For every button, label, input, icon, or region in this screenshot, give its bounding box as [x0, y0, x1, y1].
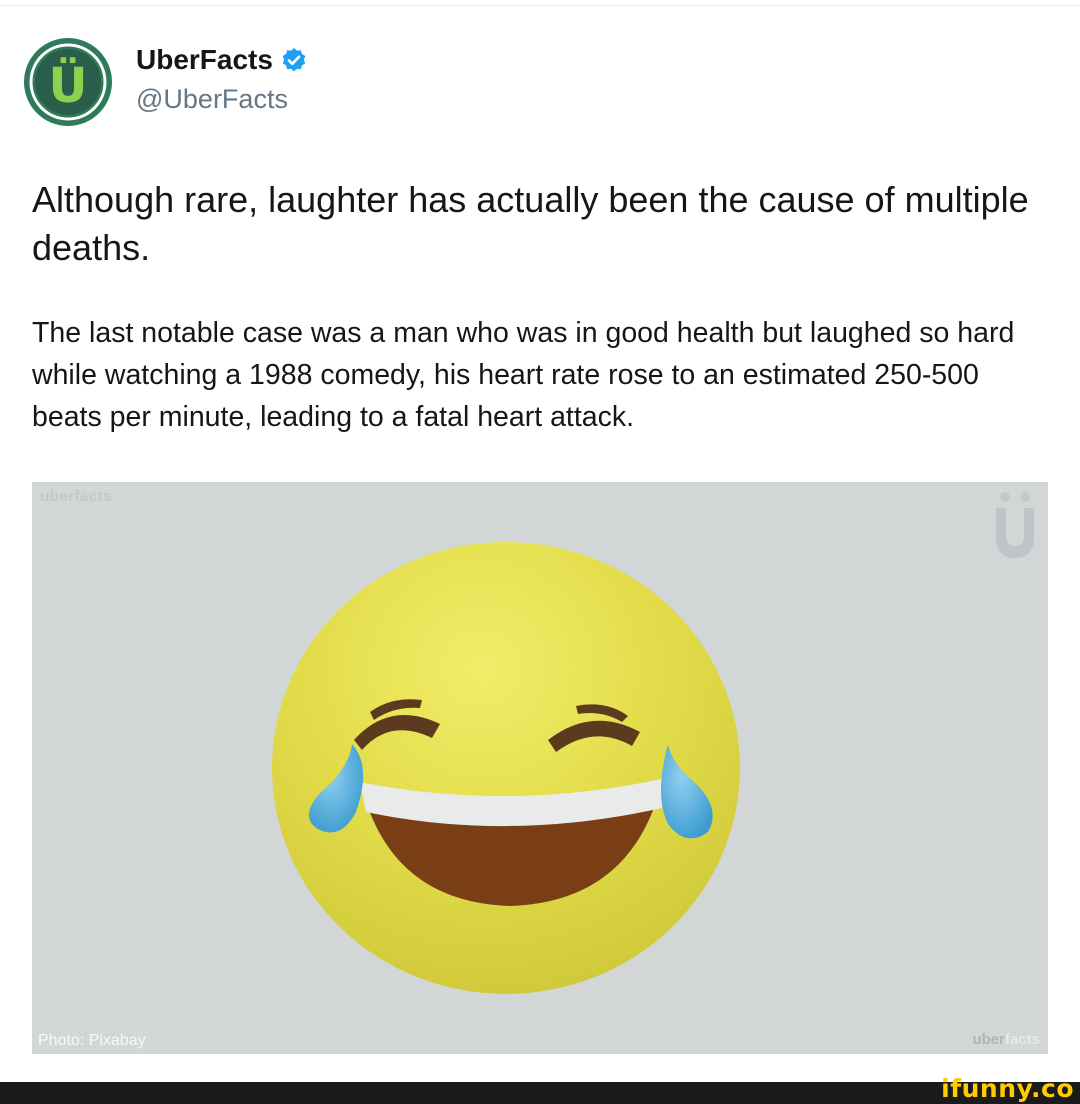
uberfacts-avatar-icon[interactable]: Ü [22, 36, 114, 128]
tweet-headline: Although rare, laughter has actually bee… [32, 179, 1029, 268]
tears-of-joy-emoji-icon [272, 542, 740, 994]
footer-bar: ifunny.co [0, 1074, 1080, 1104]
watermark-facts: facts [1004, 1031, 1040, 1048]
author-name[interactable]: UberFacts [136, 44, 307, 76]
watermark-bottom-right: uberfacts [972, 1031, 1040, 1048]
watermark-top-left: uberfacts [40, 488, 113, 505]
top-divider [0, 5, 1080, 6]
tweet-photo[interactable]: uberfacts Photo: Pixabay uberfacts [32, 482, 1048, 1054]
photo-credit: Photo: Pixabay [38, 1032, 146, 1049]
uberfacts-watermark-logo-icon [996, 492, 1034, 558]
tweet-body: The last notable case was a man who was … [32, 317, 1015, 433]
author-handle[interactable]: @UberFacts [136, 84, 288, 115]
author-name-text: UberFacts [136, 44, 273, 75]
ifunny-watermark[interactable]: ifunny.co [941, 1074, 1074, 1103]
tweet-header: Ü UberFacts @UberFacts [22, 36, 722, 128]
watermark-uber: uber [972, 1031, 1005, 1048]
svg-text:Ü: Ü [49, 57, 88, 114]
verified-badge-icon [282, 48, 306, 72]
